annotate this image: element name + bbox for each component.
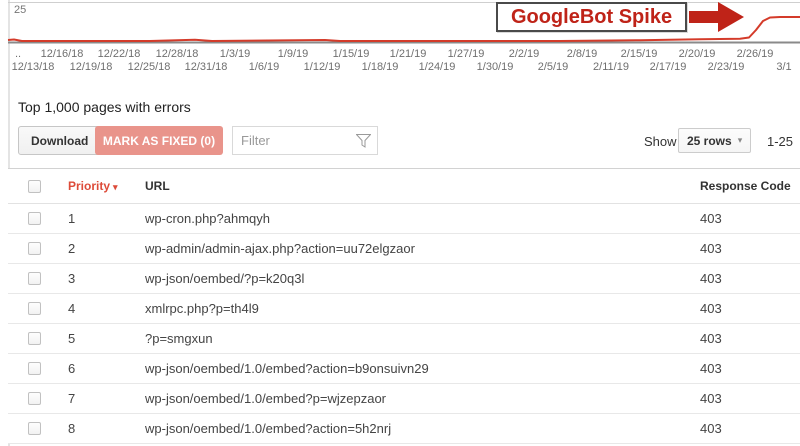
x-axis-label: 12/31/18 [184,61,228,73]
table-header-row: Priority ▾ URL Response Code [8,168,800,204]
table-row: 8 wp-json/oembed/1.0/embed?action=5h2nrj… [8,414,800,444]
url-cell[interactable]: wp-json/oembed/1.0/embed?action=b9onsuiv… [145,361,692,376]
pagination-range: 1-25 [767,134,794,149]
priority-cell: 7 [68,391,76,406]
priority-cell: 5 [68,331,76,346]
x-axis-label: 1/21/19 [389,48,427,60]
x-axis-label: .. [14,48,22,60]
table-row: 7 wp-json/oembed/1.0/embed?p=wjzepzaor 4… [8,384,800,414]
x-axis-label: 12/25/18 [127,61,171,73]
x-axis-label: 2/2/19 [508,48,540,60]
annotation-text: GoogleBot Spike [510,5,673,28]
priority-cell: 8 [68,421,76,436]
x-axis-label: 1/18/19 [361,61,399,73]
x-axis-label: 1/30/19 [476,61,514,73]
response-code-cell: 403 [700,391,722,406]
table-row: 4 xmlrpc.php?p=th4l9 403 [8,294,800,324]
row-checkbox[interactable] [28,422,41,435]
table-row: 2 wp-admin/admin-ajax.php?action=uu72elg… [8,234,800,264]
x-axis-label: 1/3/19 [219,48,251,60]
response-code-cell: 403 [700,211,722,226]
response-code-cell: 403 [700,331,722,346]
red-arrow-icon [689,2,744,32]
download-button[interactable]: Download [18,126,102,155]
show-label: Show [644,134,677,149]
select-all-checkbox[interactable] [28,179,41,193]
rows-per-page-dropdown[interactable]: 25 rows ▾ [678,128,752,153]
url-cell[interactable]: wp-json/oembed/?p=k20q3l [145,271,692,286]
x-axis-label: 2/5/19 [537,61,569,73]
x-axis-label: 2/15/19 [620,48,658,60]
errors-timeline-chart: 25 GoogleBot Spike .. 12/16/18 12/22/18 … [0,0,800,78]
url-column-header[interactable]: URL [145,179,692,193]
x-axis-label: 1/6/19 [248,61,280,73]
x-axis-label: 1/15/19 [332,48,370,60]
table-toolbar: Download MARK AS FIXED (0) Show 25 rows … [0,126,800,156]
x-axis-label: 1/24/19 [418,61,456,73]
row-checkbox[interactable] [28,272,41,285]
x-axis-label: 1/9/19 [277,48,309,60]
x-axis-label: 2/23/19 [707,61,745,73]
url-cell[interactable]: wp-json/oembed/1.0/embed?p=wjzepzaor [145,391,692,406]
url-cell[interactable]: wp-json/oembed/1.0/embed?action=5h2nrj [145,421,692,436]
priority-cell: 6 [68,361,76,376]
filter-field-wrap [232,126,378,155]
x-axis-label: 2/17/19 [649,61,687,73]
table-row: 1 wp-cron.php?ahmqyh 403 [8,204,800,234]
x-axis-label: 1/27/19 [447,48,485,60]
url-cell[interactable]: wp-cron.php?ahmqyh [145,211,692,226]
response-code-column-header[interactable]: Response Code [692,179,800,193]
sort-descending-icon: ▾ [113,182,118,192]
row-checkbox[interactable] [28,332,41,345]
row-checkbox[interactable] [28,392,41,405]
x-axis-label: 12/13/18 [11,61,55,73]
response-code-cell: 403 [700,241,722,256]
x-axis-label: 2/20/19 [678,48,716,60]
url-cell[interactable]: wp-admin/admin-ajax.php?action=uu72elgza… [145,241,692,256]
errors-table: Priority ▾ URL Response Code 1 wp-cron.ph… [8,168,800,444]
x-axis-label: 12/19/18 [69,61,113,73]
row-checkbox[interactable] [28,242,41,255]
table-row: 3 wp-json/oembed/?p=k20q3l 403 [8,264,800,294]
priority-cell: 4 [68,301,76,316]
y-axis-max-label: 25 [14,4,27,16]
response-code-cell: 403 [700,301,722,316]
x-axis-label: 12/22/18 [97,48,141,60]
url-cell[interactable]: xmlrpc.php?p=th4l9 [145,301,692,316]
priority-cell: 2 [68,241,76,256]
x-axis-label: 12/28/18 [155,48,199,60]
mark-as-fixed-button[interactable]: MARK AS FIXED (0) [95,126,223,155]
priority-header-label: Priority [68,179,111,193]
crawl-errors-page: 25 GoogleBot Spike .. 12/16/18 12/22/18 … [0,0,800,446]
chevron-down-icon: ▾ [737,135,743,145]
x-axis-label: 2/26/19 [736,48,774,60]
rows-per-page-value: 25 rows [687,133,732,148]
table-row: 5 ?p=smgxun 403 [8,324,800,354]
row-checkbox[interactable] [28,362,41,375]
googlebot-spike-annotation: GoogleBot Spike [496,2,687,32]
priority-cell: 1 [68,211,76,226]
page-title: Top 1,000 pages with errors [18,99,191,115]
table-row: 6 wp-json/oembed/1.0/embed?action=b9onsu… [8,354,800,384]
x-axis-label: 1/12/19 [303,61,341,73]
row-checkbox[interactable] [28,212,41,225]
url-cell[interactable]: ?p=smgxun [145,331,692,346]
x-axis-label: 3/1 [776,61,792,73]
filter-funnel-icon [356,134,371,148]
priority-column-header[interactable]: Priority ▾ [68,179,145,193]
priority-cell: 3 [68,271,76,286]
x-axis-label: 2/8/19 [566,48,598,60]
x-axis-label: 2/11/19 [593,61,629,73]
response-code-cell: 403 [700,421,722,436]
x-axis-label: 12/16/18 [40,48,84,60]
response-code-cell: 403 [700,361,722,376]
row-checkbox[interactable] [28,302,41,315]
response-code-cell: 403 [700,271,722,286]
